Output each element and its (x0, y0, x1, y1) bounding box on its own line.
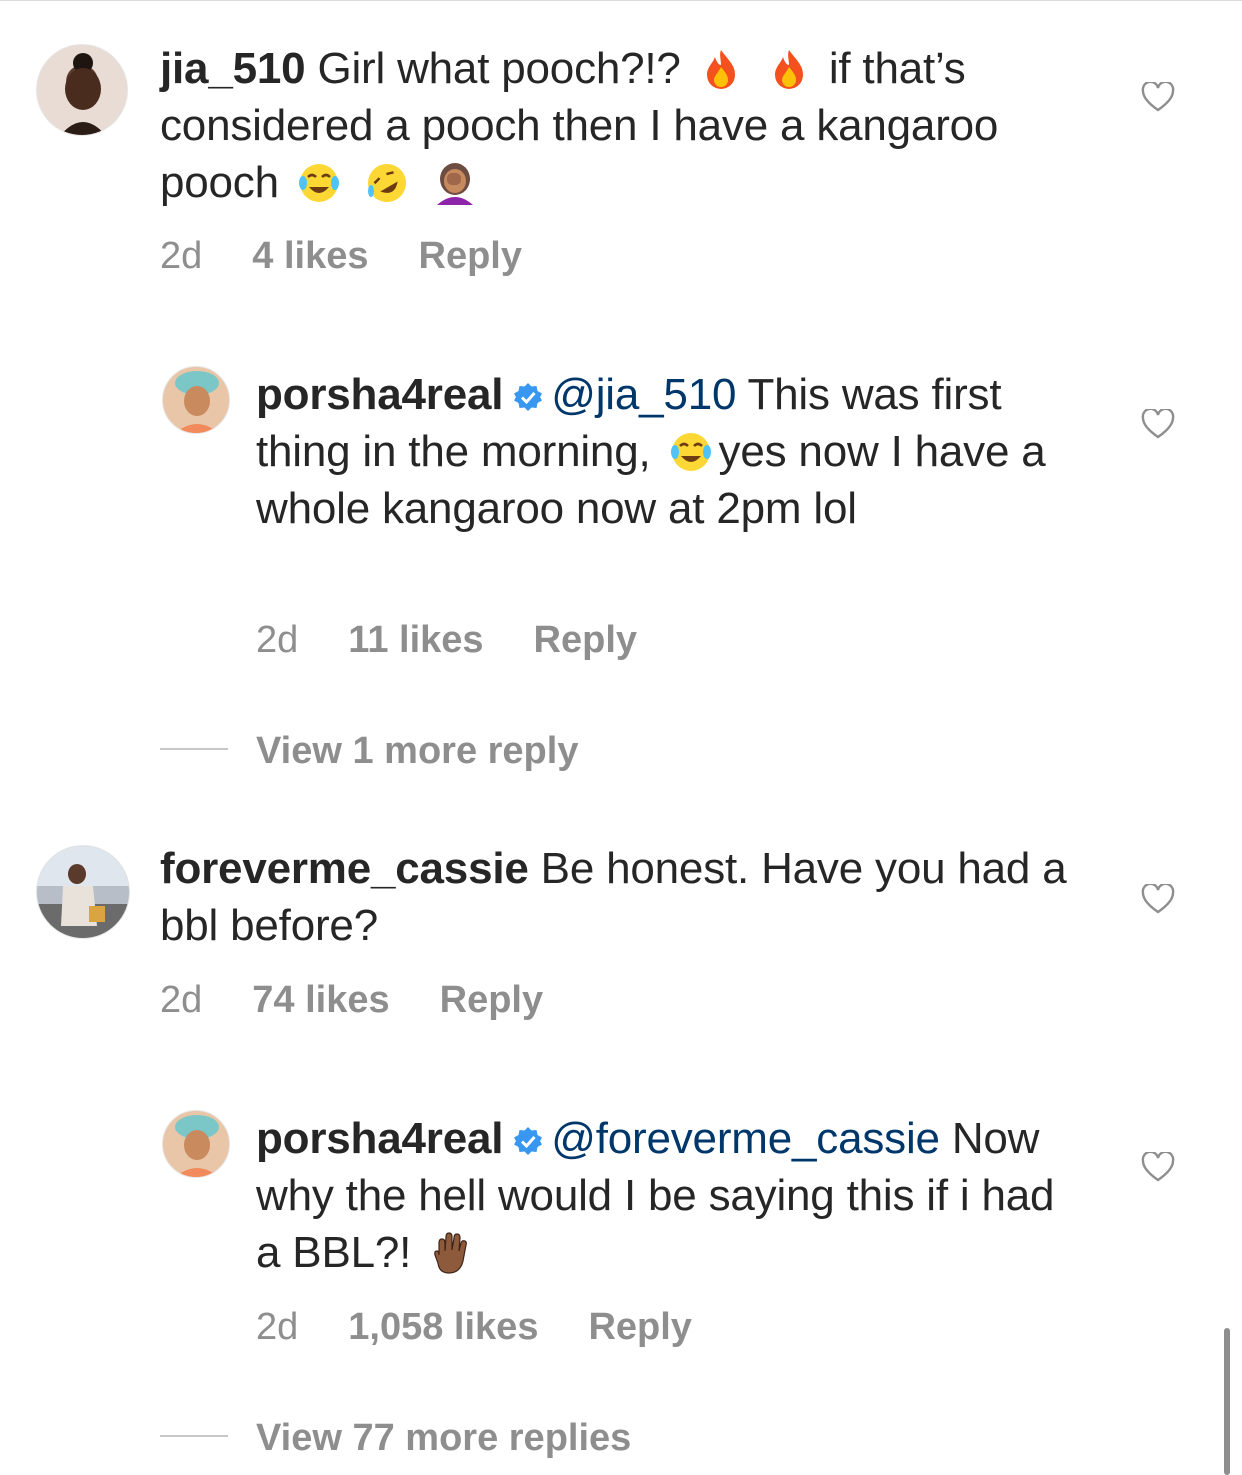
comment-text: foreverme_cassie Be honest. Have you had… (160, 840, 1080, 954)
likes-count[interactable]: 4 likes (252, 235, 368, 277)
comment-meta: 2d 4 likes Reply (160, 235, 572, 278)
reply-button[interactable]: Reply (588, 1306, 691, 1348)
divider-dash (160, 1434, 228, 1437)
reply-button[interactable]: Reply (534, 619, 637, 661)
facepalm-emoji (436, 163, 473, 205)
view-more-replies-button[interactable]: View 1 more reply (160, 730, 578, 773)
fire-emoji (706, 50, 735, 89)
heart-icon[interactable] (1141, 409, 1175, 439)
likes-count[interactable]: 11 likes (348, 619, 483, 661)
view-more-label: View 77 more replies (256, 1417, 632, 1459)
comment-time: 2d (160, 235, 203, 277)
heart-icon[interactable] (1141, 82, 1175, 112)
avatar-image (37, 846, 129, 938)
avatar[interactable] (162, 1110, 230, 1178)
scrollbar[interactable] (1224, 1328, 1230, 1475)
likes-count[interactable]: 1,058 likes (348, 1306, 538, 1348)
username[interactable]: porsha4real (256, 370, 503, 419)
comment-time: 2d (160, 979, 203, 1021)
mention-link[interactable]: @jia_510 (551, 370, 736, 419)
avatar-image (60, 53, 106, 135)
raised-hand-emoji (434, 1232, 468, 1274)
comment-time: 2d (256, 1306, 299, 1348)
view-more-replies-button[interactable]: View 77 more replies (160, 1417, 631, 1460)
view-more-label: View 1 more reply (256, 730, 579, 772)
verified-badge-icon (514, 383, 543, 411)
verified-badge-icon (514, 1127, 543, 1155)
rolling-laughing-emoji (367, 164, 406, 202)
reply-button[interactable]: Reply (419, 235, 522, 277)
comment-meta: 2d 11 likes Reply (256, 619, 687, 662)
username[interactable]: jia_510 (160, 44, 306, 93)
likes-count[interactable]: 74 likes (252, 979, 389, 1021)
mention-link[interactable]: @foreverme_cassie (551, 1114, 940, 1163)
comment-text: porsha4real @jia_510 This was first thing… (256, 366, 1076, 537)
top-divider (0, 0, 1242, 1)
username[interactable]: porsha4real (256, 1114, 503, 1163)
tears-of-joy-emoji (670, 433, 711, 471)
heart-icon[interactable] (1141, 884, 1175, 914)
comment-meta: 2d 74 likes Reply (160, 979, 593, 1022)
avatar-image (175, 371, 219, 433)
avatar[interactable] (36, 845, 130, 939)
comment-body: Girl what pooch?!? (317, 44, 681, 93)
comment-meta: 2d 1,058 likes Reply (256, 1306, 742, 1349)
comment-text: porsha4real @foreverme_cassie Now why the… (256, 1110, 1076, 1281)
tears-of-joy-emoji (298, 164, 339, 202)
avatar[interactable] (162, 366, 230, 434)
fire-emoji (774, 50, 803, 89)
comment-time: 2d (256, 619, 299, 661)
username[interactable]: foreverme_cassie (160, 844, 529, 893)
divider-dash (160, 747, 228, 750)
avatar[interactable] (36, 44, 128, 136)
avatar-image (175, 1115, 219, 1177)
comment-text: jia_510 Girl what pooch?!? if that’s con… (160, 40, 1080, 211)
heart-icon[interactable] (1141, 1152, 1175, 1182)
reply-button[interactable]: Reply (440, 979, 543, 1021)
